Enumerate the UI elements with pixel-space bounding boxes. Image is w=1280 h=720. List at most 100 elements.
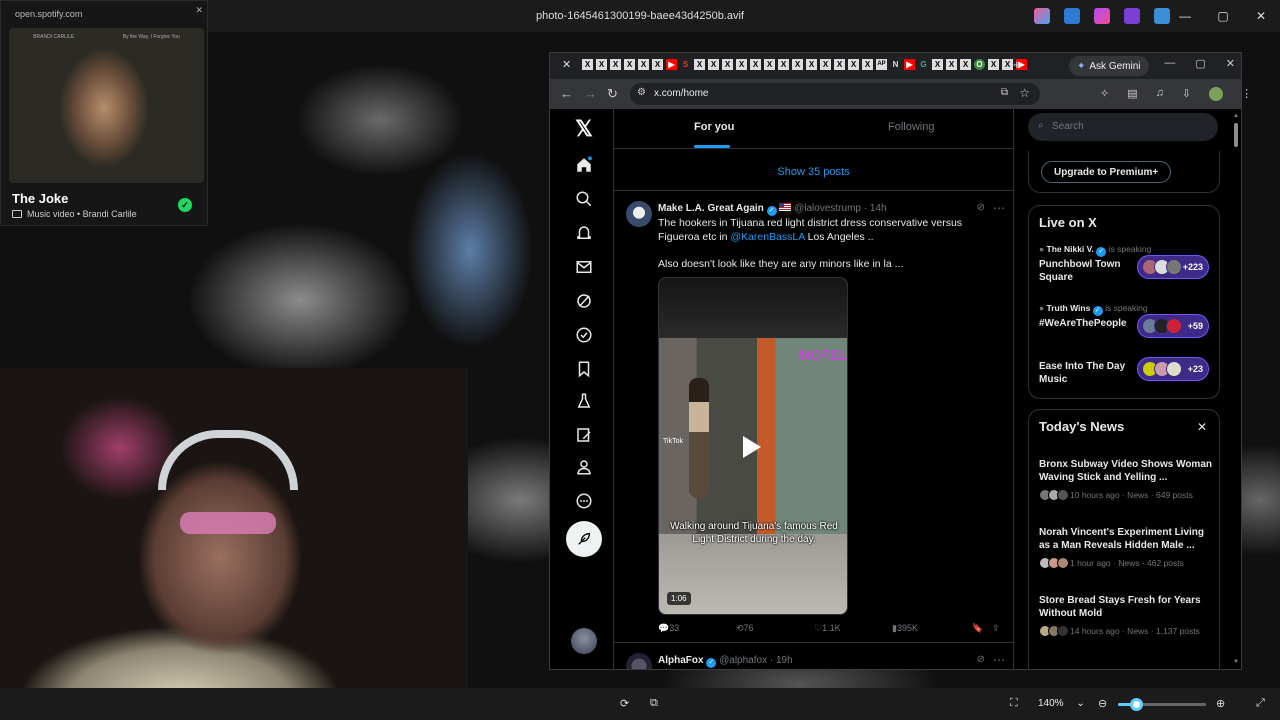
scrollbar-thumb[interactable] <box>1234 123 1238 147</box>
premium-icon[interactable] <box>574 425 594 445</box>
minimize-button[interactable]: — <box>1166 0 1204 32</box>
search-input[interactable]: ⌕ Search <box>1028 113 1218 141</box>
tab[interactable]: O <box>974 59 985 70</box>
reload-icon[interactable]: ↻ <box>607 86 618 102</box>
zoom-slider[interactable] <box>1118 698 1206 711</box>
explore-icon[interactable] <box>574 189 594 209</box>
tab-close-icon[interactable]: ✕ <box>562 58 571 71</box>
play-icon[interactable] <box>743 436 761 458</box>
account-avatar[interactable] <box>571 628 597 654</box>
install-app-icon[interactable]: ⧉ <box>1001 87 1008 98</box>
close-icon[interactable]: ✕ <box>1197 420 1207 434</box>
listeners-pill[interactable]: +223 <box>1137 255 1209 279</box>
miniplayer-close-icon[interactable]: ✕ <box>195 5 203 16</box>
repost-button[interactable]: ⟲ 76 <box>736 623 754 634</box>
share-icon[interactable]: ⇪ <box>992 623 1000 634</box>
scroll-down-icon[interactable]: ▼ <box>1233 659 1239 665</box>
tab-for-you[interactable]: For you <box>694 121 734 133</box>
tab[interactable]: X <box>848 59 859 70</box>
tweet[interactable]: AlphaFox ✓ @alphafox · 19h ⊘ ⋯ <box>614 645 1013 669</box>
tab[interactable]: X <box>932 59 943 70</box>
reply-button[interactable]: 💬 33 <box>658 623 679 634</box>
track-title[interactable]: The Joke <box>12 191 68 206</box>
bookmark-icon[interactable]: 🔖 <box>972 623 983 634</box>
youtube-tab[interactable]: ▶ <box>666 59 677 70</box>
address-bar[interactable]: ⚙ x.com/home ⧉ ☆ <box>630 83 1040 105</box>
tab[interactable]: X <box>694 59 705 70</box>
views-button[interactable]: ▮ 395K <box>892 623 918 634</box>
tab[interactable]: X <box>862 59 873 70</box>
tab[interactable]: X <box>764 59 775 70</box>
grok-icon[interactable]: ⊘ <box>977 654 985 665</box>
tab[interactable]: X <box>652 59 663 70</box>
tweet[interactable]: Make L.A. Great Again ✓ @lalovestrump · … <box>614 193 1013 643</box>
page-scrollbar[interactable]: ▲ ▼ <box>1233 113 1239 665</box>
close-button[interactable]: ✕ <box>1226 57 1235 70</box>
home-icon[interactable] <box>574 155 594 175</box>
x-logo-icon[interactable]: 𝕏 <box>574 116 594 141</box>
scroll-up-icon[interactable]: ▲ <box>1233 113 1239 119</box>
tab[interactable]: X <box>638 59 649 70</box>
tab[interactable]: X <box>820 59 831 70</box>
tab[interactable]: X <box>722 59 733 70</box>
tweet-handle[interactable]: @lalovestrump <box>794 203 861 214</box>
close-button[interactable]: ✕ <box>1242 0 1280 32</box>
post-button[interactable] <box>566 521 602 557</box>
tab[interactable]: X <box>988 59 999 70</box>
crop-icon[interactable]: ⧉ <box>650 697 658 710</box>
mention-link[interactable]: @KarenBassLA <box>730 231 804 243</box>
tab[interactable]: X <box>582 59 593 70</box>
tweet-avatar[interactable] <box>626 201 652 227</box>
live-space[interactable]: ● The Nikki V. ✓ is speaking Punchbowl T… <box>1039 244 1214 283</box>
site-info-icon[interactable]: ⚙ <box>637 87 646 98</box>
notifications-icon[interactable] <box>574 223 594 243</box>
tweet-time[interactable]: · 14h <box>864 203 887 214</box>
reading-list-icon[interactable]: ▤ <box>1127 87 1137 101</box>
forward-arrow-icon[interactable]: → <box>584 86 597 101</box>
tab-following[interactable]: Following <box>888 121 934 133</box>
tab[interactable]: G <box>918 59 929 70</box>
tweet-handle[interactable]: @alphafox <box>719 655 767 666</box>
tab[interactable]: X <box>806 59 817 70</box>
tab[interactable]: N <box>890 59 901 70</box>
grok-icon[interactable] <box>574 291 594 311</box>
tweet-time[interactable]: · 19h <box>770 655 793 666</box>
address-url[interactable]: x.com/home <box>654 88 708 99</box>
maximize-button[interactable]: ▢ <box>1204 0 1242 32</box>
menu-icon[interactable]: ⋮ <box>1241 87 1252 101</box>
more-icon[interactable] <box>574 491 594 511</box>
youtube-tab[interactable]: ▶ <box>904 59 915 70</box>
bookmark-star-icon[interactable]: ☆ <box>1019 86 1030 100</box>
listeners-pill[interactable]: +59 <box>1137 314 1209 338</box>
tab[interactable]: X <box>960 59 971 70</box>
tab[interactable]: X <box>736 59 747 70</box>
messages-icon[interactable] <box>574 257 594 277</box>
zoom-select[interactable]: 140% ⌄ <box>1028 694 1088 714</box>
app-icon[interactable] <box>1034 8 1050 24</box>
tab[interactable]: X <box>596 59 607 70</box>
ap-tab[interactable]: AP <box>876 59 887 70</box>
profile-avatar[interactable] <box>1209 87 1224 101</box>
minimize-button[interactable]: — <box>1164 57 1175 70</box>
listeners-pill[interactable]: +23 <box>1137 357 1209 381</box>
grok-icon[interactable]: ⊘ <box>977 202 985 213</box>
zoom-out-icon[interactable]: ⊖ <box>1098 697 1107 710</box>
live-space[interactable]: ● Truth Wins ✓ is speaking #WeAreThePeop… <box>1039 303 1214 338</box>
news-item[interactable]: Store Bread Stays Fresh for Years Withou… <box>1039 594 1215 637</box>
show-new-posts[interactable]: Show 35 posts <box>614 161 1013 191</box>
tweet-author-name[interactable]: AlphaFox <box>658 655 704 666</box>
app-icon[interactable] <box>1064 8 1080 24</box>
tab[interactable]: X <box>610 59 621 70</box>
tab[interactable]: X <box>778 59 789 70</box>
tab[interactable]: X <box>946 59 957 70</box>
tab[interactable]: X <box>624 59 635 70</box>
ask-gemini-button[interactable]: ✦ Ask Gemini <box>1069 56 1149 76</box>
tab[interactable]: X <box>1002 59 1013 70</box>
bookmarks-icon[interactable] <box>574 359 594 379</box>
app-icon[interactable] <box>1094 8 1110 24</box>
back-arrow-icon[interactable]: ← <box>560 86 573 101</box>
profile-icon[interactable] <box>574 457 594 477</box>
downloads-icon[interactable]: ⇩ <box>1182 87 1191 101</box>
new-tab-button[interactable]: + <box>1013 57 1021 72</box>
tweet-author-name[interactable]: Make L.A. Great Again <box>658 203 764 214</box>
